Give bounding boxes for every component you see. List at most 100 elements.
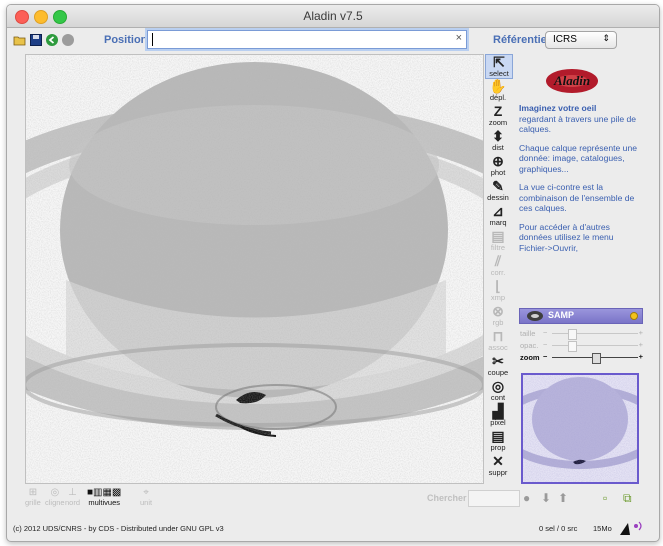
status-bar: (c) 2012 UDS/CNRS - by CDS - Distributed… xyxy=(13,521,653,537)
tool-label: corr. xyxy=(490,268,506,277)
tool-prop-button[interactable]: ▤ prop xyxy=(485,429,511,452)
tool-label: zoom xyxy=(488,118,508,127)
tool-phot-button[interactable]: ⊕ phot xyxy=(485,154,511,177)
unit-icon: ⌖ xyxy=(143,487,149,498)
view-mode-grille[interactable]: ⊞ grille xyxy=(25,487,41,508)
tool-label: pixel xyxy=(490,418,506,427)
tool-label: assoc xyxy=(488,343,508,352)
photometry-icon: ⊕ xyxy=(492,153,504,169)
slider-taille: taille − + xyxy=(519,328,643,340)
samp-hub-icon xyxy=(527,311,543,321)
info-heading: Imaginez votre oeil xyxy=(519,103,597,113)
image-view[interactable] xyxy=(25,54,484,484)
tool-marq-button[interactable]: ⊿ marq xyxy=(485,204,511,227)
tool-zoom-button[interactable]: Zzoom xyxy=(485,104,511,127)
referentiel-label: Référentiel xyxy=(493,34,550,46)
back-icon[interactable] xyxy=(45,33,59,47)
tool-coupe-button[interactable]: ✂ coupe xyxy=(485,354,511,377)
contour-icon: ◎ xyxy=(491,378,505,394)
view-mode-unit[interactable]: ⌖ unit xyxy=(140,487,152,508)
tool-suppr-button[interactable]: ✕ suppr xyxy=(485,454,511,477)
save-icon[interactable] xyxy=(29,33,43,47)
view-mode-cligne[interactable]: ◎ cligne xyxy=(45,488,65,508)
slider-knob[interactable] xyxy=(568,341,577,352)
copyright-text: (c) 2012 UDS/CNRS - by CDS - Distributed… xyxy=(13,524,224,533)
text-caret xyxy=(152,33,153,46)
tool-filtre-button: ▤ filtre xyxy=(485,229,511,252)
slider-track xyxy=(552,333,638,334)
search-input[interactable] xyxy=(468,490,520,507)
view-mode-label: grille xyxy=(25,498,41,507)
tool-label: dépl. xyxy=(489,93,507,102)
cursor-arrow-icon: ⇱ xyxy=(493,54,505,70)
overview-thumbnail xyxy=(523,375,637,482)
xmatch-icon: ⌊ xyxy=(495,278,501,294)
filter-icon: ▤ xyxy=(491,228,505,244)
signal-icon[interactable] xyxy=(616,519,646,537)
zoom-icon: Z xyxy=(493,103,503,119)
slider-minus: − xyxy=(543,328,548,337)
info-panel: Imaginez votre oeil regardant à travers u… xyxy=(519,103,641,261)
slider-label: opac. xyxy=(520,341,539,350)
selection-count: 0 sel / 0 src xyxy=(539,524,578,533)
referentiel-value: ICRS xyxy=(553,34,577,45)
stop-icon[interactable] xyxy=(61,33,75,47)
info-para4: Pour accéder à d'autres données utilisez… xyxy=(519,221,614,253)
multivues-icon: ■▥▦▩ xyxy=(87,487,122,498)
position-label: Position xyxy=(104,34,148,46)
tool-dpl-button[interactable]: ✋ dépl. xyxy=(485,79,511,102)
search-go-icon[interactable]: ● xyxy=(523,491,530,505)
samp-button[interactable]: SAMP xyxy=(519,308,643,324)
overview-panel[interactable] xyxy=(521,373,639,484)
arrow-up-icon[interactable]: ⬆ xyxy=(558,491,568,505)
view-mode-nord[interactable]: ⊥ nord xyxy=(65,488,80,508)
tool-pixel-button[interactable]: ▟ pixel xyxy=(485,404,511,427)
info-line1: regardant à travers une pile de calques. xyxy=(519,113,637,135)
position-input[interactable]: × xyxy=(147,30,467,49)
grille-icon: ⊞ xyxy=(28,487,38,498)
updown-arrows-icon: ⇕ xyxy=(602,33,610,43)
pencil-icon: ✎ xyxy=(492,178,504,194)
open-folder-icon[interactable] xyxy=(13,33,27,47)
tool-assoc-button: ⊓ assoc xyxy=(485,329,511,352)
slider-plus: + xyxy=(638,352,643,361)
slider-knob[interactable] xyxy=(592,353,601,364)
delete-icon: ✕ xyxy=(492,453,504,469)
assoc-icon: ⊓ xyxy=(492,328,504,344)
window-title: Aladin v7.5 xyxy=(303,9,363,23)
tool-label: select xyxy=(489,69,509,78)
app-window: Aladin v7.5 Position × Référentiel ICRS … xyxy=(6,4,660,542)
properties-icon: ▤ xyxy=(491,428,505,444)
tool-dist-button[interactable]: ⬍ dist xyxy=(485,129,511,152)
detach-icon[interactable]: ⧉ xyxy=(623,491,632,506)
view-mode-multivues[interactable]: ■▥▦▩ multivues xyxy=(87,487,122,508)
tool-label: suppr xyxy=(488,468,508,477)
tool-label: xmp xyxy=(490,293,506,302)
tool-select-button[interactable]: ⇱ select xyxy=(485,54,513,79)
slider-zoom[interactable]: zoom − + xyxy=(519,352,643,364)
info-para3: La vue ci-contre est la combinaison de l… xyxy=(519,182,635,213)
info-para2: Chaque calque représente une donnée: ima… xyxy=(519,142,638,174)
samp-status-icon xyxy=(630,312,638,320)
tool-cont-button[interactable]: ◎ cont xyxy=(485,379,511,402)
tool-label: cont xyxy=(490,393,506,402)
window-icon[interactable]: ▫ xyxy=(603,491,607,505)
slider-track xyxy=(552,345,638,346)
slider-plus: + xyxy=(638,340,643,349)
search-label: Chercher xyxy=(427,493,467,503)
view-mode-label: cligne xyxy=(45,498,65,507)
clear-position-button[interactable]: × xyxy=(456,32,462,44)
aladin-logo: Aladin xyxy=(546,69,598,93)
tool-label: prop xyxy=(490,443,506,452)
memory-usage: 15Mo xyxy=(593,524,612,533)
slider-knob[interactable] xyxy=(568,329,577,340)
saturn-image xyxy=(26,55,483,483)
tool-label: dist xyxy=(492,143,504,152)
slider-minus: − xyxy=(543,340,548,349)
tool-dessin-button[interactable]: ✎ dessin xyxy=(485,179,511,202)
tool-label: phot xyxy=(490,168,506,177)
hand-icon: ✋ xyxy=(489,78,507,94)
arrow-down-icon[interactable]: ⬇ xyxy=(541,491,551,505)
slider-label: taille xyxy=(520,329,536,338)
referentiel-select[interactable]: ICRS ⇕ xyxy=(545,31,617,49)
